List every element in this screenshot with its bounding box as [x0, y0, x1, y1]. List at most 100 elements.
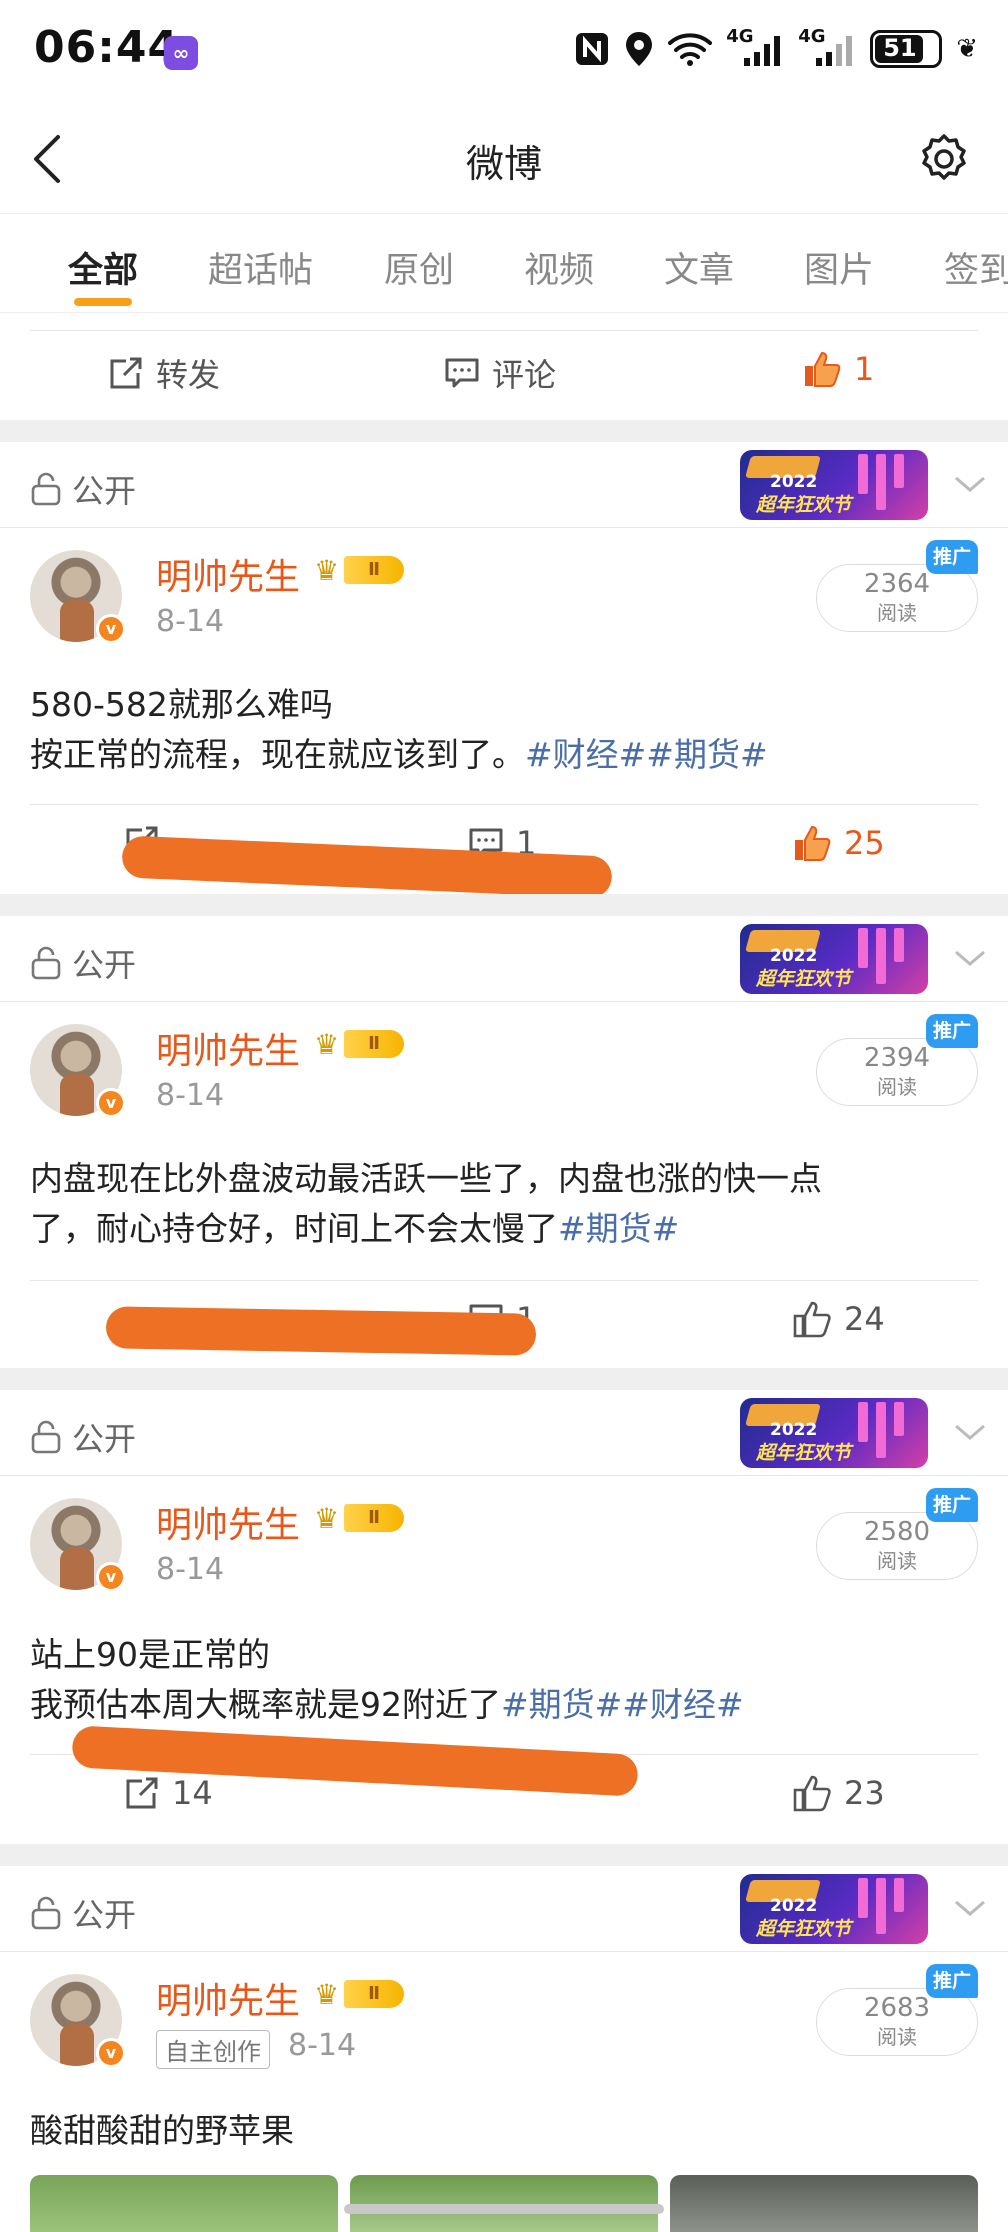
festival-banner[interactable]: 2022 超年狂欢节 — [740, 924, 928, 994]
like-count: 23 — [844, 1774, 885, 1812]
post-text: 580-582就那么难吗 按正常的流程，现在就应该到了。#财经##期货# — [30, 685, 768, 774]
verified-badge-icon: v — [96, 614, 126, 644]
location-icon — [626, 32, 653, 66]
nav-bar: 微博 — [0, 105, 1008, 210]
original-badge: 自主创作 — [156, 2030, 270, 2069]
thumbs-up-filled-icon — [795, 825, 831, 861]
app-notification-icon: ∞ — [164, 36, 198, 70]
leaf-icon: ❦ — [956, 34, 978, 64]
tab-image[interactable]: 图片 — [804, 242, 874, 293]
vip-crown-icon: ♛ Ⅱ — [314, 1976, 408, 2012]
visibility-public: 公开 — [30, 1890, 136, 1936]
like-button[interactable]: 25 — [792, 824, 885, 862]
active-tab-indicator — [74, 298, 132, 306]
visibility-bar: 公开 2022 超年狂欢节 — [0, 916, 1008, 1002]
read-count-pill[interactable]: 2364 阅读 — [816, 564, 978, 632]
visibility-public: 公开 — [30, 1414, 136, 1460]
verified-badge-icon: v — [96, 2038, 126, 2068]
post-date: 8-14 — [156, 604, 225, 639]
promote-badge[interactable]: 推广 — [926, 1964, 978, 1998]
author-name[interactable]: 明帅先生 — [156, 1972, 300, 2024]
section-gap — [0, 420, 1008, 442]
repost-icon — [126, 1777, 158, 1809]
tab-video[interactable]: 视频 — [524, 242, 594, 293]
tab-all[interactable]: 全部 — [68, 242, 138, 293]
read-count-pill[interactable]: 2394 阅读 — [816, 1038, 978, 1106]
comment-button[interactable]: 评论 — [444, 350, 556, 396]
hashtag[interactable]: #期货# — [558, 1209, 679, 1248]
settings-gear-icon[interactable] — [918, 133, 970, 185]
post-author: v 明帅先生 ♛ Ⅱ 8-14 2580 阅读 推广 — [0, 1478, 1008, 1598]
nfc-icon — [576, 33, 609, 65]
post-image[interactable] — [30, 2175, 338, 2232]
post-author: v 明帅先生 ♛ Ⅱ 自主创作 8-14 2683 阅读 推广 — [0, 1954, 1008, 2074]
visibility-public: 公开 — [30, 466, 136, 512]
read-count-pill[interactable]: 2683 阅读 — [816, 1988, 978, 2056]
signal-4g-icon-2: 4G — [798, 26, 856, 68]
wifi-icon — [668, 33, 713, 66]
repost-button[interactable]: 转发 — [108, 350, 220, 396]
like-count: 25 — [844, 824, 885, 862]
tab-article[interactable]: 文章 — [664, 242, 734, 293]
promote-badge[interactable]: 推广 — [926, 1014, 978, 1048]
redaction-scribble — [105, 1306, 537, 1356]
tab-original[interactable]: 原创 — [384, 242, 454, 293]
divider — [30, 1280, 978, 1281]
post-date: 8-14 — [156, 1078, 225, 1113]
post-actions-prev: 转发 评论 1 — [0, 332, 1008, 420]
post-text: 酸甜酸甜的野苹果 — [30, 2111, 294, 2150]
chevron-down-icon[interactable] — [950, 938, 990, 978]
chevron-down-icon[interactable] — [950, 1888, 990, 1928]
repost-icon — [110, 357, 142, 389]
read-count-pill[interactable]: 2580 阅读 — [816, 1512, 978, 1580]
unlock-icon — [31, 472, 61, 506]
promote-badge[interactable]: 推广 — [926, 1488, 978, 1522]
like-button[interactable]: 24 — [792, 1300, 885, 1338]
unlock-icon — [31, 946, 61, 980]
tab-checkin[interactable]: 签到 — [944, 242, 1008, 293]
vip-crown-icon: ♛ Ⅱ — [314, 1500, 408, 1536]
festival-banner[interactable]: 2022 超年狂欢节 — [740, 1874, 928, 1944]
visibility-bar: 公开 2022 超年狂欢节 — [0, 1390, 1008, 1476]
chevron-down-icon[interactable] — [950, 1412, 990, 1452]
unlock-icon — [31, 1420, 61, 1454]
post-text: 站上90是正常的 我预估本周大概率就是92附近了#期货##财经# — [30, 1635, 744, 1724]
visibility-bar: 公开 2022 超年狂欢节 — [0, 442, 1008, 528]
section-gap — [0, 894, 1008, 916]
festival-banner[interactable]: 2022 超年狂欢节 — [740, 1398, 928, 1468]
comment-label: 评论 — [492, 356, 557, 394]
festival-banner[interactable]: 2022 超年狂欢节 — [740, 450, 928, 520]
author-name[interactable]: 明帅先生 — [156, 1496, 300, 1548]
author-name[interactable]: 明帅先生 — [156, 1022, 300, 1074]
hashtag[interactable]: #财经##期货# — [525, 735, 768, 774]
battery-icon: 51 — [870, 30, 943, 68]
verified-badge-icon: v — [96, 1088, 126, 1118]
like-button[interactable]: 23 — [792, 1774, 885, 1812]
author-name[interactable]: 明帅先生 — [156, 548, 300, 600]
like-count: 1 — [854, 350, 875, 388]
visibility-public: 公开 — [30, 940, 136, 986]
like-count: 24 — [844, 1300, 885, 1338]
verified-badge-icon: v — [96, 1562, 126, 1592]
repost-button[interactable]: 14 — [124, 1774, 213, 1812]
vip-crown-icon: ♛ Ⅱ — [314, 1026, 408, 1062]
home-indicator[interactable] — [344, 2204, 664, 2214]
unlock-icon — [31, 1896, 61, 1930]
filter-tabs: 全部 超话帖 原创 视频 文章 图片 签到 — [0, 213, 1008, 313]
post-text: 内盘现在比外盘波动最活跃一些了，内盘也涨的快一点 了，耐心持仓好，时间上不会太慢… — [30, 1159, 822, 1248]
repost-label: 转发 — [156, 356, 221, 394]
post-image[interactable] — [670, 2175, 978, 2232]
like-button[interactable]: 1 — [802, 350, 874, 388]
chevron-down-icon[interactable] — [950, 464, 990, 504]
divider — [30, 330, 978, 331]
status-bar: 06:44 ∞ 4G 4G 51 ❦ — [0, 0, 1008, 105]
post-author: v 明帅先生 ♛ Ⅱ 8-14 2394 阅读 推广 — [0, 1004, 1008, 1124]
hashtag[interactable]: #期货##财经# — [501, 1685, 744, 1724]
divider — [30, 804, 978, 805]
comment-icon — [445, 358, 479, 388]
section-gap — [0, 1368, 1008, 1390]
promote-badge[interactable]: 推广 — [926, 540, 978, 574]
visibility-bar: 公开 2022 超年狂欢节 — [0, 1866, 1008, 1952]
page-title: 微博 — [465, 142, 542, 186]
tab-supertopic[interactable]: 超话帖 — [208, 242, 313, 293]
